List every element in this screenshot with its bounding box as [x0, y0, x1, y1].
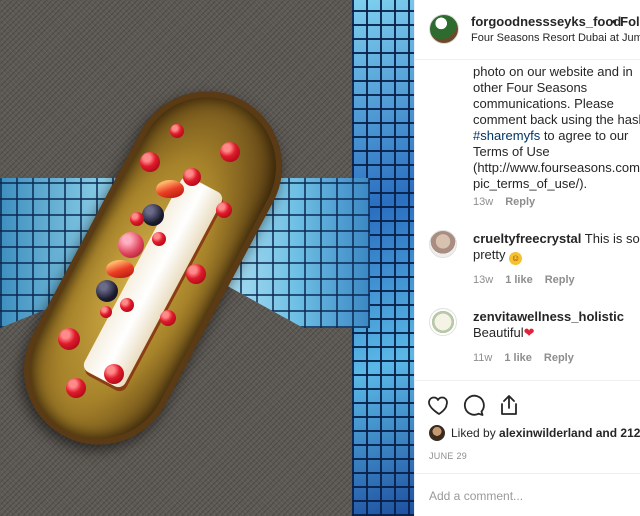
- comment-meta: 13w 1 like Reply: [473, 274, 575, 286]
- likes-prefix: Liked by: [451, 426, 500, 440]
- heart-icon[interactable]: [427, 393, 451, 417]
- sauce-dot: [170, 124, 184, 138]
- blackberry: [142, 204, 164, 226]
- heart-emoji-icon: ❤: [523, 325, 535, 340]
- sauce-dot: [186, 264, 206, 284]
- blackberry: [96, 280, 118, 302]
- caption-line: (http://www.fourseasons.com/o: [473, 160, 640, 175]
- caption-line: photo on our website and in: [473, 64, 633, 79]
- caption-line-hashtag: #sharemyfs to agree to our: [473, 128, 640, 144]
- redcurrant: [152, 232, 166, 246]
- redcurrant: [120, 298, 134, 312]
- caption-timestamp[interactable]: 13w: [473, 196, 493, 208]
- add-comment-bar: [415, 473, 640, 516]
- redcurrant: [130, 212, 144, 226]
- caption-line: comment back using the hashtag: [473, 112, 640, 127]
- sauce-dot: [104, 364, 124, 384]
- comment: crueltyfreecrystal This is so pretty ☺: [473, 231, 640, 265]
- follow-button[interactable]: • Follow: [612, 14, 640, 29]
- comment-text: Beautiful: [473, 325, 524, 340]
- sauce-dot: [220, 142, 240, 162]
- strawberry: [106, 260, 134, 278]
- post-header: forgoodnessseyks_food • Follow Four Seas…: [415, 0, 640, 60]
- post-photo[interactable]: [0, 0, 414, 516]
- caption-line: pic_terms_of_use/).: [473, 176, 588, 191]
- comment-text: This is so: [584, 231, 640, 246]
- comment-username[interactable]: crueltyfreecrystal: [473, 231, 581, 246]
- post-caption: photo on our website and in other Four S…: [473, 64, 640, 192]
- comment-text: pretty: [473, 247, 506, 262]
- comment-input[interactable]: [429, 486, 629, 506]
- sauce-dot: [58, 328, 80, 350]
- caption-line: other Four Seasons: [473, 80, 588, 95]
- comment-timestamp[interactable]: 13w: [473, 274, 493, 286]
- sauce-dot: [216, 202, 232, 218]
- caption-line: Terms of Use: [473, 144, 550, 159]
- reply-button[interactable]: Reply: [544, 352, 574, 364]
- post-username[interactable]: forgoodnessseyks_food: [471, 14, 621, 29]
- reply-button[interactable]: Reply: [545, 274, 575, 286]
- strawberry: [156, 180, 184, 198]
- comment: zenvitawellness_holistic Beautiful❤: [473, 309, 640, 341]
- hashtag-link[interactable]: #sharemyfs: [473, 128, 540, 143]
- reply-button[interactable]: Reply: [505, 196, 535, 208]
- avatar[interactable]: [429, 230, 457, 258]
- liked-by-user[interactable]: alexinwilderland: [499, 426, 592, 440]
- sauce-dot: [140, 152, 160, 172]
- caption-hashtag-rest: to agree to our: [540, 128, 629, 143]
- comment-meta: 11w 1 like Reply: [473, 352, 574, 364]
- sauce-dot: [183, 168, 201, 186]
- likes-summary: Liked by alexinwilderland and 212 o: [429, 425, 640, 441]
- redcurrant: [100, 306, 112, 318]
- post-actions: Liked by alexinwilderland and 212 o JUNE…: [415, 380, 640, 516]
- avatar[interactable]: [429, 425, 445, 441]
- post-side-panel: photo on our website and in other Four S…: [414, 0, 640, 516]
- caption-meta: 13w Reply: [473, 196, 535, 208]
- dessert-plate-group: [0, 65, 309, 471]
- post-location[interactable]: Four Seasons Resort Dubai at Jumeirah: [471, 32, 640, 44]
- smile-emoji-icon: ☺: [509, 252, 523, 265]
- likes-count[interactable]: and 212 o: [592, 426, 640, 440]
- sauce-dot: [66, 378, 86, 398]
- comment-likes[interactable]: 1 like: [504, 352, 532, 364]
- comment-username[interactable]: zenvitawellness_holistic: [473, 309, 624, 324]
- comment-timestamp[interactable]: 11w: [473, 352, 492, 364]
- post-date[interactable]: JUNE 29: [429, 451, 467, 461]
- comment-likes[interactable]: 1 like: [505, 274, 533, 286]
- avatar[interactable]: [429, 14, 459, 44]
- sauce-dot: [160, 310, 176, 326]
- avatar[interactable]: [429, 308, 457, 336]
- caption-line: communications. Please: [473, 96, 614, 111]
- raspberry: [118, 232, 144, 258]
- share-icon[interactable]: [497, 393, 521, 417]
- comment-icon[interactable]: [461, 393, 485, 417]
